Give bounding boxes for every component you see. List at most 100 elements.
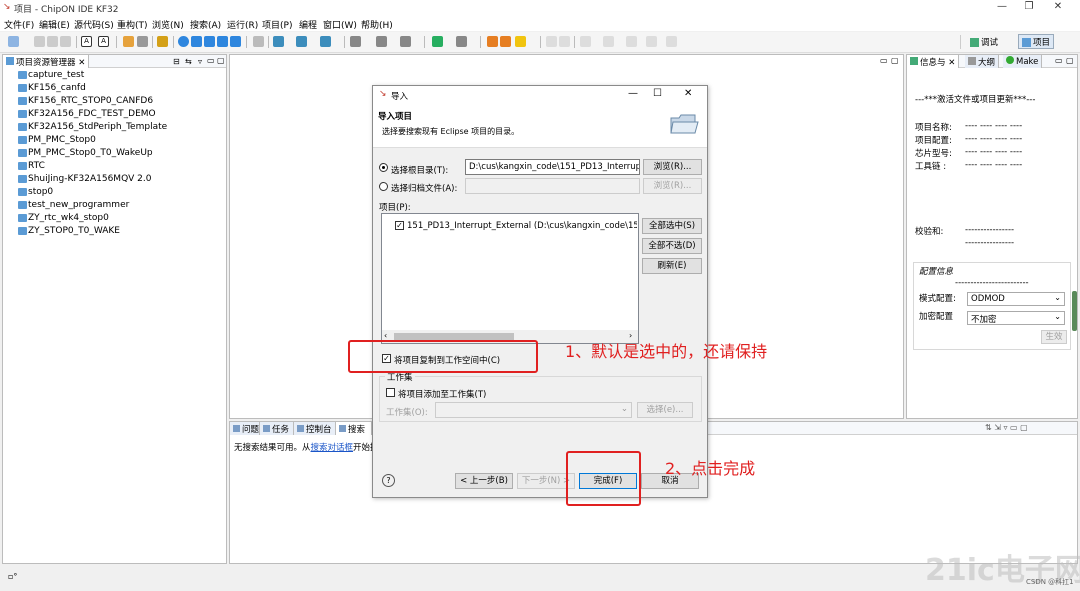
close-tab-icon[interactable]: ✕ (78, 58, 85, 68)
scroll-left-icon[interactable]: ‹ (384, 331, 387, 340)
menu-item[interactable]: 运行(R) (227, 18, 258, 31)
project-checkbox[interactable]: ✓ (395, 221, 404, 230)
step-over-icon[interactable] (230, 36, 241, 47)
print-icon[interactable] (60, 36, 71, 47)
editor-maximize-icon[interactable]: ▢ (891, 56, 899, 65)
link-icon[interactable] (191, 36, 202, 47)
save-all-icon[interactable] (47, 36, 58, 47)
project-item[interactable]: ZY_rtc_wk4_stop0 (15, 213, 215, 225)
right-maximize-icon[interactable]: ▢ (1066, 56, 1074, 65)
tab-problems[interactable]: 问题 (230, 422, 260, 435)
project-item[interactable]: PM_PMC_Stop0 (15, 135, 215, 147)
view-menu-icon[interactable]: ▿ (198, 57, 202, 66)
tool3-icon[interactable] (376, 36, 387, 47)
tab-outline[interactable]: 大纲 (965, 55, 1000, 68)
font-a2-icon[interactable]: A (98, 36, 109, 47)
project-item[interactable]: PM_PMC_Stop0_T0_WakeUp (15, 148, 215, 160)
open-task-icon[interactable] (500, 36, 511, 47)
tool2-icon[interactable] (350, 36, 361, 47)
root-dir-input[interactable]: D:\cus\kangxin_code\151_PD13_Interrupt (465, 159, 640, 175)
dialog-minimize-icon[interactable]: — (628, 88, 638, 99)
add-to-workingset-checkbox[interactable] (386, 388, 395, 397)
tab-console[interactable]: 控制台 (294, 422, 336, 435)
select-workingset-button[interactable]: 选择(e)... (637, 402, 693, 418)
menu-item[interactable]: 浏览(N) (152, 18, 184, 31)
open-type-icon[interactable] (487, 36, 498, 47)
menu-item[interactable]: 重构(T) (117, 18, 148, 31)
tool4-icon[interactable] (400, 36, 411, 47)
archive-radio[interactable] (379, 182, 388, 191)
right-minimize-icon[interactable]: ▭ (1055, 56, 1063, 65)
maximize-view-icon[interactable]: ▢ (217, 56, 225, 65)
menu-item[interactable]: 搜索(A) (190, 18, 221, 31)
forward2-icon[interactable] (666, 36, 677, 47)
bottom-toolbar-icon[interactable]: ⇅ ⇲ ▿ ▭ ▢ (985, 423, 1028, 432)
tab-tasks[interactable]: 任务 (260, 422, 294, 435)
stop-icon[interactable] (456, 36, 467, 47)
perspective-debug[interactable]: 调试 (970, 36, 998, 48)
encrypt-select[interactable]: 不加密 ⌄ (967, 311, 1065, 325)
chip-icon[interactable] (273, 36, 284, 47)
scroll-thumb[interactable] (394, 333, 514, 340)
forward-icon[interactable] (626, 36, 637, 47)
back-button[interactable]: < 上一步(B) (455, 473, 513, 489)
menu-item[interactable]: 文件(F) (4, 18, 34, 31)
new-icon[interactable] (8, 36, 19, 47)
dialog-close-icon[interactable]: ✕ (684, 88, 692, 99)
toggle2-icon[interactable] (559, 36, 570, 47)
build-icon[interactable] (123, 36, 134, 47)
font-a-icon[interactable]: A (81, 36, 92, 47)
select-all-button[interactable]: 全部选中(S) (642, 218, 702, 234)
globe-icon[interactable] (178, 36, 189, 47)
menu-item[interactable]: 帮助(H) (361, 18, 393, 31)
toggle-icon[interactable] (546, 36, 557, 47)
root-dir-radio[interactable] (379, 163, 388, 172)
minimize-button[interactable]: — (990, 1, 1014, 12)
refresh-button[interactable]: 刷新(E) (642, 258, 702, 274)
step-icon[interactable] (217, 36, 228, 47)
tab-project-explorer[interactable]: 项目资源管理器 ✕ (3, 55, 90, 68)
editor-minimize-icon[interactable]: ▭ (880, 56, 888, 65)
maximize-button[interactable]: ❐ (1017, 1, 1041, 12)
collapse-all-icon[interactable]: ⊟ (173, 57, 180, 66)
workingset-select[interactable]: ⌄ (435, 402, 632, 418)
project-item[interactable]: KF156_canfd (15, 83, 215, 95)
menu-item[interactable]: 窗口(W) (323, 18, 357, 31)
project-item[interactable]: ZY_STOP0_T0_WAKE (15, 226, 215, 238)
run-icon[interactable] (432, 36, 443, 47)
project-item[interactable]: KF156_RTC_STOP0_CANFD6 (15, 96, 215, 108)
project-item[interactable]: 151_PD13_Interrupt_External (D:\cus\kang… (407, 221, 637, 231)
dialog-maximize-icon[interactable]: ☐ (653, 88, 662, 99)
menu-item[interactable]: 编程 (299, 18, 317, 31)
tool-icon[interactable] (137, 36, 148, 47)
apply-button[interactable]: 生效 (1041, 330, 1067, 344)
tab-info[interactable]: 信息与 ✕ (907, 55, 960, 68)
brush-icon[interactable] (157, 36, 168, 47)
search-dialog-link[interactable]: 搜索对话框 (311, 443, 354, 453)
chip2-icon[interactable] (296, 36, 307, 47)
archive-input[interactable] (465, 178, 640, 194)
minimize-view-icon[interactable]: ▭ (207, 56, 215, 65)
project-item[interactable]: KF32A156_FDC_TEST_DEMO (15, 109, 215, 121)
deselect-all-button[interactable]: 全部不选(D) (642, 238, 702, 254)
pencil-icon[interactable] (515, 36, 526, 47)
project-item[interactable]: ShuiJing-KF32A156MQV 2.0 (15, 174, 215, 186)
debug-icon[interactable] (253, 36, 264, 47)
browse-root-button[interactable]: 浏览(R)... (643, 159, 702, 175)
arrow-down-icon[interactable] (204, 36, 215, 47)
project-item[interactable]: stop0 (15, 187, 215, 199)
menu-item[interactable]: 编辑(E) (39, 18, 70, 31)
project-item[interactable]: KF32A156_StdPeriph_Template (15, 122, 215, 134)
menu-item[interactable]: 源代码(S) (74, 18, 114, 31)
right-scrollbar[interactable] (1072, 291, 1077, 331)
link-editor-icon[interactable]: ⇆ (185, 57, 192, 66)
save-icon[interactable] (34, 36, 45, 47)
back-icon[interactable] (603, 36, 614, 47)
help-icon[interactable]: ? (382, 474, 395, 487)
project-item[interactable]: RTC (15, 161, 215, 173)
tab-search[interactable]: 搜索 (336, 422, 372, 435)
browse-archive-button[interactable]: 浏览(R)... (643, 178, 702, 194)
project-item[interactable]: test_new_programmer (15, 200, 215, 212)
close-button[interactable]: ✕ (1046, 1, 1070, 12)
menu-item[interactable]: 项目(P) (262, 18, 292, 31)
